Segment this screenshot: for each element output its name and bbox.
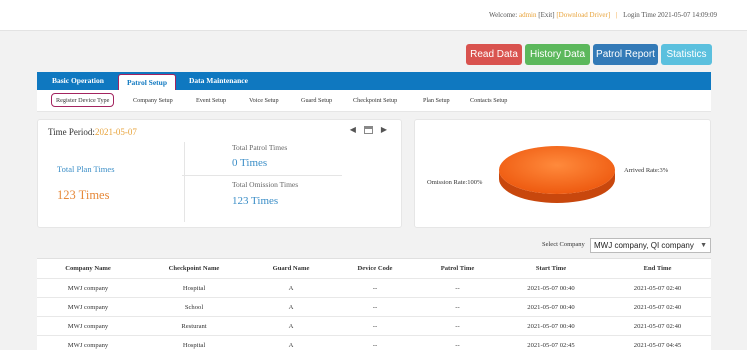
- total-omission-label: Total Omission Times: [232, 180, 299, 189]
- divider: [182, 175, 342, 176]
- tab-basic-operation[interactable]: Basic Operation: [52, 76, 104, 85]
- pie-chart: [499, 146, 615, 203]
- chart-panel: Omission Rate:100% Arrived Rate:3%: [414, 119, 711, 228]
- cell-company: MWJ company: [67, 322, 109, 330]
- cell-start-time: 2021-05-07 00:40: [527, 284, 575, 292]
- cell-checkpoint: School: [184, 303, 204, 311]
- pie-label-arrived: Arrived Rate:3%: [624, 167, 669, 174]
- prev-date-icon[interactable]: ◀: [350, 125, 356, 134]
- cell-device-code: --: [372, 322, 378, 330]
- col-guard-name[interactable]: Guard Name: [249, 259, 333, 278]
- cell-company: MWJ company: [67, 284, 109, 292]
- subtab-company-setup[interactable]: Company Setup: [133, 97, 173, 104]
- user-info: Welcome: admin [Exit] [Download Driver] …: [489, 11, 717, 19]
- subtab-contacts-setup[interactable]: Contacts Setup: [470, 97, 507, 104]
- separator: |: [615, 11, 618, 19]
- cell-guard: A: [288, 322, 294, 330]
- cell-end-time: 2021-05-07 02:40: [633, 284, 682, 292]
- tab-patrol-setup[interactable]: Patrol Setup: [118, 74, 176, 90]
- subtab-plan-setup[interactable]: Plan Setup: [423, 97, 450, 104]
- subtab-event-setup[interactable]: Event Setup: [196, 97, 226, 104]
- col-company-name[interactable]: Company Name: [37, 259, 139, 278]
- company-select-value: MWJ company, QI company: [594, 241, 694, 250]
- total-patrol-value: 0 Times: [232, 157, 268, 169]
- tab-data-maintenance[interactable]: Data Maintenance: [189, 76, 248, 85]
- cell-guard: A: [288, 284, 294, 292]
- subtab-checkpoint-setup[interactable]: Checkpoint Setup: [353, 97, 397, 104]
- cell-patrol-time: --: [455, 341, 460, 349]
- chevron-down-icon: ▼: [700, 242, 707, 249]
- total-plan-label: Total Plan Times: [57, 164, 115, 174]
- cell-start-time: 2021-05-07 00:40: [527, 322, 575, 330]
- divider: [184, 142, 185, 222]
- cell-patrol-time: --: [455, 303, 460, 311]
- subtab-voice-setup[interactable]: Voice Setup: [249, 97, 279, 104]
- cell-guard: A: [288, 341, 294, 349]
- date-pager: ◀ ▶: [350, 125, 387, 134]
- cell-end-time: 2021-05-07 02:40: [633, 303, 682, 311]
- exit-link[interactable]: [Exit]: [538, 11, 554, 19]
- history-data-button[interactable]: History Data: [525, 44, 590, 65]
- time-period: Time Period:2021-05-07: [48, 127, 137, 137]
- patrol-report-button[interactable]: Patrol Report: [593, 44, 658, 65]
- col-device-code[interactable]: Device Code: [333, 259, 417, 278]
- cell-device-code: --: [372, 303, 378, 311]
- patrol-table: Company Name Checkpoint Name Guard Name …: [37, 258, 711, 350]
- cell-end-time: 2021-05-07 04:45: [633, 341, 682, 349]
- table-header: Company Name Checkpoint Name Guard Name …: [37, 259, 711, 279]
- time-period-label: Time Period:: [48, 127, 95, 137]
- col-checkpoint-name[interactable]: Checkpoint Name: [139, 259, 249, 278]
- download-driver-link[interactable]: [Download Driver]: [556, 11, 610, 19]
- col-patrol-time[interactable]: Patrol Time: [417, 259, 498, 278]
- cell-patrol-time: --: [455, 322, 460, 330]
- next-date-icon[interactable]: ▶: [381, 125, 387, 134]
- time-period-date: 2021-05-07: [94, 127, 137, 137]
- sub-nav: Register Device Type Company Setup Event…: [37, 90, 711, 112]
- total-patrol-label: Total Patrol Times: [232, 143, 288, 152]
- cell-start-time: 2021-05-07 02:45: [527, 341, 575, 349]
- top-bar: Welcome: admin [Exit] [Download Driver] …: [0, 0, 747, 31]
- cell-start-time: 2021-05-07 00:40: [527, 303, 575, 311]
- read-data-button[interactable]: Read Data: [466, 44, 522, 65]
- cell-checkpoint: Resturant: [181, 322, 207, 330]
- table-row[interactable]: MWJ company Hospital A -- -- 2021-05-07 …: [37, 336, 711, 350]
- company-select[interactable]: MWJ company, QI company ▼: [590, 238, 711, 253]
- pie-label-omission: Omission Rate:100%: [427, 179, 483, 186]
- user-link[interactable]: admin: [519, 11, 537, 19]
- cell-end-time: 2021-05-07 02:40: [633, 322, 682, 330]
- cell-checkpoint: Hospital: [182, 341, 206, 349]
- cell-guard: A: [288, 303, 294, 311]
- table-row[interactable]: MWJ company Hospital A -- -- 2021-05-07 …: [37, 279, 711, 298]
- total-plan-value: 123 Times: [57, 188, 110, 202]
- cell-company: MWJ company: [67, 341, 109, 349]
- cell-device-code: --: [372, 341, 378, 349]
- cell-patrol-time: --: [455, 284, 460, 292]
- cell-device-code: --: [372, 284, 378, 292]
- subtab-register-device-type[interactable]: Register Device Type: [51, 93, 115, 107]
- col-end-time[interactable]: End Time: [604, 259, 711, 278]
- statistics-button[interactable]: Statistics: [661, 44, 712, 65]
- login-time: Login Time 2021-05-07 14:09:09: [623, 11, 717, 19]
- table-row[interactable]: MWJ company School A -- -- 2021-05-07 00…: [37, 298, 711, 317]
- welcome-label: Welcome:: [489, 11, 518, 19]
- select-company-label: Select Company: [542, 241, 585, 248]
- calendar-icon[interactable]: [363, 125, 373, 134]
- subtab-guard-setup[interactable]: Guard Setup: [301, 97, 332, 104]
- col-start-time[interactable]: Start Time: [498, 259, 604, 278]
- pie-slice-omission: [499, 146, 615, 194]
- cell-checkpoint: Hospital: [182, 284, 206, 292]
- table-row[interactable]: MWJ company Resturant A -- -- 2021-05-07…: [37, 317, 711, 336]
- action-buttons: Read Data History Data Patrol Report Sta…: [466, 44, 712, 65]
- total-omission-value: 123 Times: [232, 195, 279, 207]
- cell-company: MWJ company: [67, 303, 109, 311]
- main-nav: Basic Operation Patrol Setup Data Mainte…: [37, 72, 711, 90]
